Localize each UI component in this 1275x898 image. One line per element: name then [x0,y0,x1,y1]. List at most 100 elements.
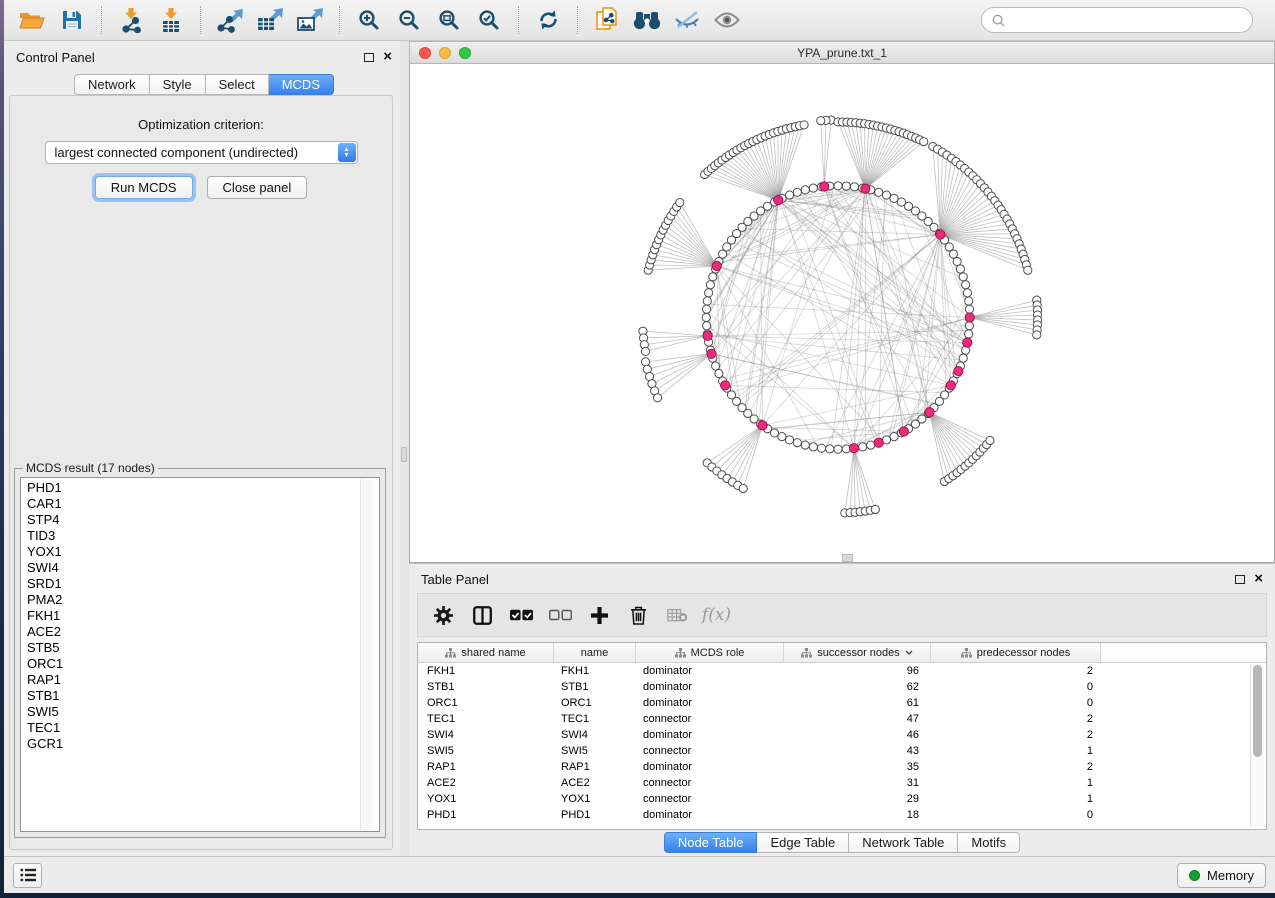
graph-node[interactable] [965,322,973,330]
mcds-result-item[interactable]: ACE2 [27,624,379,640]
graph-node[interactable] [867,441,875,449]
close-panel-button[interactable]: Close panel [207,176,308,199]
graph-node[interactable] [703,322,711,330]
graph-node[interactable] [890,433,898,441]
zoom-in-button[interactable] [351,4,387,36]
graph-hub-node[interactable] [712,261,721,270]
search-input[interactable] [1011,13,1242,27]
graph-hub-node[interactable] [954,366,963,375]
graph-node[interactable] [890,194,898,202]
graph-hub-node[interactable] [861,184,870,193]
mcds-result-item[interactable]: STB1 [27,688,379,704]
graph-node[interactable] [834,445,842,453]
graph-node[interactable] [739,484,747,492]
graph-hub-node[interactable] [703,331,712,340]
graph-hub-node[interactable] [899,427,908,436]
graph-node[interactable] [965,297,973,305]
mcds-result-item[interactable]: FKH1 [27,608,379,624]
graph-node[interactable] [703,305,711,313]
tab-style[interactable]: Style [150,74,206,95]
tab-network-table[interactable]: Network Table [849,832,958,853]
table-row[interactable]: STB1STB1dominator620 [418,679,1266,695]
tab-network[interactable]: Network [74,74,150,95]
splitter-grip[interactable] [401,447,407,462]
graph-node[interactable] [859,443,867,451]
share-network-button[interactable] [589,4,625,36]
graph-node[interactable] [793,439,801,447]
panel-splitter-vertical[interactable] [400,41,409,856]
graph-node[interactable] [785,191,793,199]
graph-node[interactable] [641,358,649,366]
table-row[interactable]: RAP1RAP1dominator352 [418,759,1266,775]
graph-hub-node[interactable] [936,230,945,239]
mcds-result-item[interactable]: TEC1 [27,720,379,736]
table-row[interactable]: ACE2ACE2connector311 [418,775,1266,791]
mcds-result-item[interactable]: PMA2 [27,592,379,608]
graph-node[interactable] [785,436,793,444]
mcds-result-item[interactable]: SRD1 [27,576,379,592]
graph-hub-node[interactable] [946,381,955,390]
select-all-button[interactable] [510,603,533,627]
graph-node[interactable] [959,354,967,362]
table-row[interactable]: YOX1YOX1connector291 [418,791,1266,807]
graph-node[interactable] [817,444,825,452]
table-row[interactable]: FKH1FKH1dominator962 [418,663,1266,679]
graph-node[interactable] [965,330,973,338]
zoom-out-button[interactable] [391,4,427,36]
task-history-button[interactable] [13,863,42,888]
table-row[interactable]: ORC1ORC1dominator610 [418,695,1266,711]
horizontal-splitter-grip[interactable] [842,554,853,562]
show-all-button[interactable] [709,4,745,36]
column-header-name[interactable]: name [554,643,636,663]
graph-node[interactable] [963,289,971,297]
mcds-result-item[interactable]: SWI5 [27,704,379,720]
column-header-predecessor-nodes[interactable]: predecessor nodes [931,643,1101,663]
graph-node[interactable] [653,394,661,402]
graph-hub-node[interactable] [849,444,858,453]
graph-hub-node[interactable] [758,421,767,430]
table-row[interactable]: TEC1TEC1connector472 [418,711,1266,727]
graph-node[interactable] [953,257,961,265]
graph-hub-node[interactable] [963,338,972,347]
mcds-result-item[interactable]: YOX1 [27,544,379,560]
mcds-result-item[interactable]: SWI4 [27,560,379,576]
table-row[interactable]: SWI5SWI5connector431 [418,743,1266,759]
table-scrollbar-thumb[interactable] [1253,665,1262,757]
graph-node[interactable] [897,198,905,206]
import-table-button[interactable] [153,4,189,36]
tab-mcds[interactable]: MCDS [269,74,334,95]
graph-node[interactable] [809,184,817,192]
graph-node[interactable] [703,297,711,305]
table-row[interactable]: SWI4SWI4dominator462 [418,727,1266,743]
zoom-selected-button[interactable] [471,4,507,36]
graph-node[interactable] [793,188,801,196]
graph-node[interactable] [676,198,684,206]
mcds-result-scrollbar[interactable] [360,479,373,830]
table-row[interactable]: PHD1PHD1dominator180 [418,807,1266,823]
memory-button[interactable]: Memory [1177,863,1266,888]
graph-node[interactable] [778,433,786,441]
graph-hub-node[interactable] [707,349,716,358]
add-column-button[interactable] [588,603,611,627]
graph-node[interactable] [920,138,928,146]
graph-node[interactable] [817,117,825,125]
close-panel-icon[interactable]: × [1254,574,1263,584]
graph-hub-node[interactable] [925,408,934,417]
graph-node[interactable] [801,441,809,449]
graph-node[interactable] [718,250,726,258]
zoom-fit-button[interactable] [431,4,467,36]
tab-node-table[interactable]: Node Table [664,832,758,853]
apply-layout-button[interactable] [530,4,566,36]
mcds-result-item[interactable]: ORC1 [27,656,379,672]
optimization-criterion-select[interactable]: largest connected component (undirected)… [45,141,358,164]
graph-node[interactable] [800,121,808,129]
export-image-button[interactable] [292,4,328,36]
mcds-result-item[interactable]: STB5 [27,640,379,656]
deselect-all-button[interactable] [549,603,572,627]
graph-hub-node[interactable] [965,313,974,322]
show-columns-button[interactable] [471,603,494,627]
graph-node[interactable] [965,305,973,313]
run-mcds-button[interactable]: Run MCDS [95,176,193,199]
mcds-result-item[interactable]: STP4 [27,512,379,528]
graph-node[interactable] [875,188,883,196]
